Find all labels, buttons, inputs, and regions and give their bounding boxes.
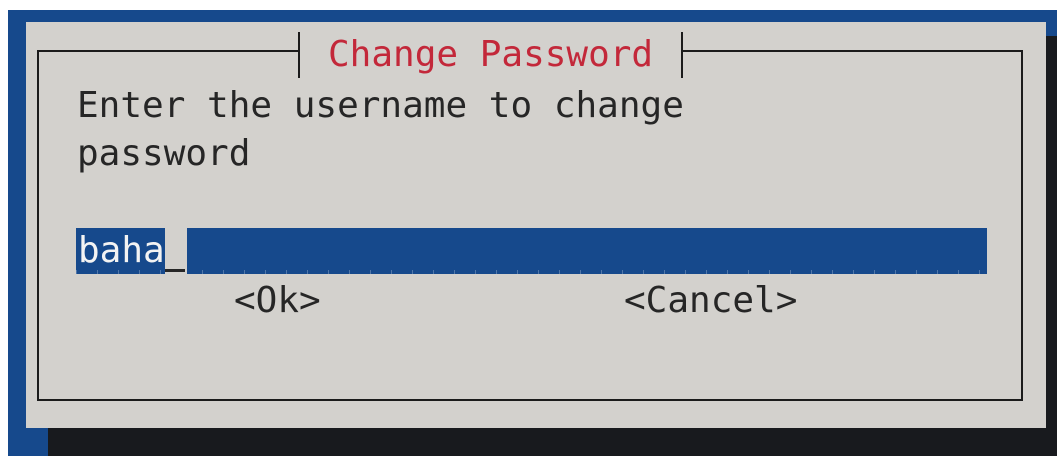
terminal-top-strip <box>0 0 1057 10</box>
dialog-shadow-right <box>1046 36 1057 456</box>
dialog-title: Change Password <box>328 34 654 75</box>
username-input-value[interactable]: baha <box>76 228 165 274</box>
cancel-button[interactable]: <Cancel> <box>624 278 797 324</box>
text-cursor <box>164 228 187 274</box>
dialog-shadow-bottom <box>48 428 1057 456</box>
dialog-title-box: Change Password <box>298 32 684 78</box>
change-password-dialog: Change Password Enter the username to ch… <box>26 22 1046 428</box>
dialog-prompt: Enter the username to change password <box>77 85 684 174</box>
username-input[interactable]: baha <box>76 228 987 274</box>
ok-button[interactable]: <Ok> <box>234 278 321 324</box>
terminal-screen: Change Password Enter the username to ch… <box>0 0 1057 457</box>
